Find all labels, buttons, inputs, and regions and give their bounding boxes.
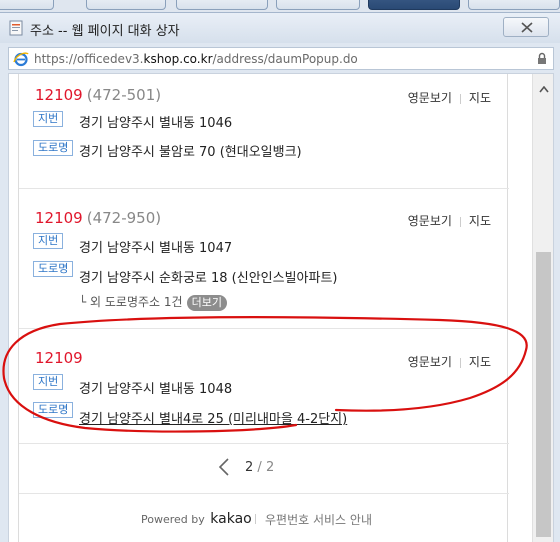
jibun-address[interactable]: 경기 남양주시 별내동 1048 bbox=[79, 378, 232, 397]
address-bar[interactable]: https://officedev3.kshop.co.kr/address/d… bbox=[8, 47, 554, 70]
background-tab-active[interactable] bbox=[368, 0, 460, 10]
web-page-dialog: 주소 -- 웹 페이지 대화 상자 https://officedev3.ksh… bbox=[0, 12, 560, 542]
result-item[interactable]: 12109 (472-501) 영문보기 지도 지번 경기 남양주시 별내동 104… bbox=[19, 74, 509, 189]
vertical-scrollbar[interactable] bbox=[532, 74, 553, 542]
scroll-up-icon[interactable] bbox=[539, 86, 549, 93]
popup-footer: Powered by kakao 우편번호 서비스 안내 bbox=[19, 504, 509, 534]
result-links: 영문보기 지도 bbox=[408, 353, 491, 370]
internet-explorer-icon bbox=[13, 52, 29, 67]
road-badge: 도로명 bbox=[33, 402, 74, 418]
service-guide-link[interactable]: 우편번호 서비스 안내 bbox=[265, 511, 372, 528]
page-indicator: 2 / 2 bbox=[245, 460, 275, 475]
zipcode: 12109 (472-501) bbox=[35, 86, 162, 104]
jibun-badge: 지번 bbox=[33, 374, 64, 390]
zipcode: 12109 (472-950) bbox=[35, 209, 162, 227]
more-button[interactable]: 더보기 bbox=[186, 295, 227, 311]
road-badge: 도로명 bbox=[33, 261, 74, 277]
address-page-icon bbox=[9, 20, 23, 36]
map-link[interactable]: 지도 bbox=[469, 214, 491, 228]
pagination: 2 / 2 bbox=[19, 444, 509, 494]
map-link[interactable]: 지도 bbox=[469, 355, 491, 369]
road-address[interactable]: 경기 남양주시 불암로 70 (현대오일뱅크) bbox=[79, 141, 302, 160]
result-item[interactable]: 12109 영문보기 지도 지번 경기 남양주시 별내동 1048 도로명 경기 … bbox=[19, 329, 509, 444]
background-tab[interactable] bbox=[86, 0, 166, 10]
popup-content: 12109 (472-501) 영문보기 지도 지번 경기 남양주시 별내동 104… bbox=[8, 73, 554, 542]
jibun-address[interactable]: 경기 남양주시 별내동 1046 bbox=[79, 112, 232, 131]
close-button[interactable] bbox=[503, 17, 549, 37]
background-tab[interactable] bbox=[468, 0, 560, 10]
background-browser-tabs bbox=[0, 0, 560, 12]
road-address[interactable]: 경기 남양주시 별내4로 25 (미리내마을 4-2단지) bbox=[79, 408, 347, 427]
zipcode: 12109 bbox=[35, 349, 83, 367]
result-links: 영문보기 지도 bbox=[408, 89, 491, 106]
divider bbox=[459, 357, 461, 368]
url-text: https://officedev3.kshop.co.kr/address/d… bbox=[34, 52, 358, 66]
divider bbox=[255, 514, 256, 524]
total-pages: 2 bbox=[265, 460, 275, 475]
old-zipcode: (472-501) bbox=[86, 86, 162, 104]
result-list: 12109 (472-501) 영문보기 지도 지번 경기 남양주시 별내동 104… bbox=[18, 74, 509, 542]
english-view-link[interactable]: 영문보기 bbox=[408, 355, 452, 369]
dialog-titlebar: 주소 -- 웹 페이지 대화 상자 bbox=[0, 13, 560, 43]
jibun-address[interactable]: 경기 남양주시 별내동 1047 bbox=[79, 237, 232, 256]
jibun-badge: 지번 bbox=[33, 111, 64, 127]
divider bbox=[459, 216, 461, 227]
english-view-link[interactable]: 영문보기 bbox=[408, 214, 452, 228]
background-tab[interactable] bbox=[0, 0, 54, 10]
background-tab[interactable] bbox=[176, 0, 268, 10]
background-tab[interactable] bbox=[276, 0, 360, 10]
current-page: 2 bbox=[245, 460, 254, 475]
scrollbar-thumb[interactable] bbox=[536, 252, 551, 537]
divider bbox=[459, 93, 461, 104]
previous-page-icon[interactable] bbox=[217, 458, 231, 476]
road-address[interactable]: 경기 남양주시 순화궁로 18 (신안인스빌아파트) bbox=[79, 267, 338, 286]
powered-by: Powered by kakao bbox=[141, 511, 252, 527]
close-icon bbox=[521, 22, 533, 33]
dialog-title: 주소 -- 웹 페이지 대화 상자 bbox=[30, 24, 180, 39]
result-item[interactable]: 12109 (472-950) 영문보기 지도 지번 경기 남양주시 별내동 104… bbox=[19, 189, 509, 329]
kakao-logo: kakao bbox=[210, 511, 252, 527]
lock-icon bbox=[538, 52, 546, 64]
road-badge: 도로명 bbox=[33, 140, 74, 156]
result-links: 영문보기 지도 bbox=[408, 212, 491, 229]
jibun-badge: 지번 bbox=[33, 233, 64, 249]
map-link[interactable]: 지도 bbox=[469, 91, 491, 105]
english-view-link[interactable]: 영문보기 bbox=[408, 91, 452, 105]
old-zipcode: (472-950) bbox=[86, 209, 162, 227]
more-road-address: └ 외 도로명주소 1건 더보기 bbox=[79, 293, 227, 311]
